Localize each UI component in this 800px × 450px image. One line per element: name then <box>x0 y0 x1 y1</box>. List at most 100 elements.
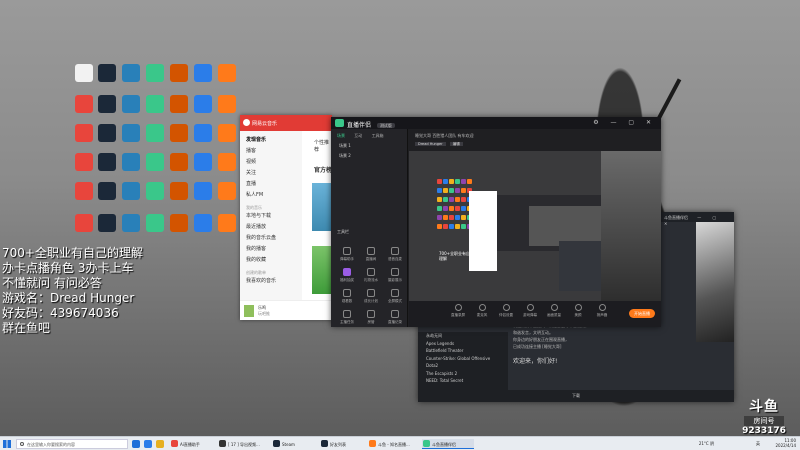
music-nav-item[interactable]: 直播 <box>240 179 302 190</box>
desktop-app-icon[interactable] <box>75 182 93 200</box>
tab-toolbox[interactable]: 工具箱 <box>372 133 384 138</box>
toolbar-item[interactable]: 游戏弹幕 <box>519 304 541 318</box>
desktop-app-icon[interactable] <box>170 182 188 200</box>
desktop-app-icon[interactable] <box>75 124 93 142</box>
toolbar-item[interactable]: 麦克风 <box>471 304 493 318</box>
tab-interact[interactable]: 互动 <box>354 133 362 138</box>
desktop-app-icon[interactable] <box>170 214 188 232</box>
desktop-app-icon[interactable] <box>146 124 164 142</box>
tool-item[interactable]: 摄影展示 <box>383 268 407 283</box>
desktop-app-icon[interactable] <box>146 214 164 232</box>
desktop-app-icon[interactable] <box>75 153 93 171</box>
desktop-app-icon[interactable] <box>122 214 140 232</box>
music-my-item[interactable]: 最近播放 <box>240 222 302 233</box>
desktop-app-icon[interactable] <box>194 214 212 232</box>
desktop-app-icon[interactable] <box>146 95 164 113</box>
desktop-app-icon[interactable] <box>122 153 140 171</box>
desktop-app-icon[interactable] <box>98 182 116 200</box>
stream-preview[interactable]: 700+全职业有自己的理解 <box>409 151 661 301</box>
desktop-app-icon[interactable] <box>170 64 188 82</box>
music-main-tab[interactable]: 个性推荐 <box>302 131 332 153</box>
music-my-item[interactable]: 我的播客 <box>240 244 302 255</box>
tool-item[interactable]: 直播间 <box>359 247 383 262</box>
game-list-item[interactable]: Dota2 <box>418 362 508 370</box>
desktop-app-icon[interactable] <box>146 153 164 171</box>
music-my-item[interactable]: 本地与下载 <box>240 211 302 222</box>
desktop-app-icon[interactable] <box>218 214 236 232</box>
game-list-item[interactable]: 永劫无间 <box>418 332 508 340</box>
weather-widget[interactable]: 21°C 阴 <box>699 441 714 447</box>
tool-item[interactable]: 主播任务 <box>335 310 359 325</box>
desktop-app-icon[interactable] <box>75 95 93 113</box>
music-nav-item[interactable]: 播客 <box>240 146 302 157</box>
game-chip[interactable]: Dread Hunger <box>415 142 446 146</box>
edit-chip[interactable]: 编辑 <box>449 142 463 146</box>
desktop-app-icon[interactable] <box>75 214 93 232</box>
streaming-companion-window[interactable]: 直播伴侣 测试版 ⚙ — ▢ ✕ 场景 互动 工具箱 场景 1 场景 2 工具栏… <box>331 117 661 327</box>
scene-item[interactable]: 场景 1 <box>331 139 407 149</box>
game-list-item[interactable]: Apex Legends <box>418 340 508 348</box>
tool-item[interactable]: 成长计划 <box>359 289 383 304</box>
taskbar-app[interactable]: 斗鱼直播伴侣 <box>422 439 474 449</box>
desktop-app-icon[interactable] <box>146 64 164 82</box>
taskbar-app[interactable]: [ 17 ] 导出视频... <box>218 439 268 449</box>
toolbar-item[interactable]: 美颜 <box>567 304 589 318</box>
edge-icon[interactable] <box>144 440 152 448</box>
music-my-item[interactable]: 我的音乐云盘 <box>240 233 302 244</box>
toolbar-item[interactable]: 直播录屏 <box>447 304 469 318</box>
tool-item[interactable]: 礼物流水 <box>359 268 383 283</box>
chat-bottom-bar[interactable]: 下载 <box>418 390 734 402</box>
desktop-app-icon[interactable] <box>98 64 116 82</box>
desktop-app-icon[interactable] <box>218 153 236 171</box>
window-controls[interactable]: ⚙ — ▢ ✕ <box>593 119 656 126</box>
game-list-item[interactable]: NEED: Total Secret <box>418 377 508 385</box>
desktop-app-icon[interactable] <box>194 124 212 142</box>
tool-item[interactable]: 观看数 <box>335 289 359 304</box>
tool-item[interactable]: 语音连麦 <box>383 247 407 262</box>
task-view-icon[interactable] <box>132 440 140 448</box>
chart-cover[interactable] <box>312 246 332 294</box>
desktop-app-icon[interactable] <box>98 95 116 113</box>
chart-cover[interactable] <box>312 183 332 231</box>
scene-item[interactable]: 场景 2 <box>331 149 407 159</box>
desktop-app-icon[interactable] <box>218 64 236 82</box>
tool-item[interactable]: 弹幕助手 <box>335 247 359 262</box>
desktop-app-icon[interactable] <box>194 64 212 82</box>
desktop-app-icon[interactable] <box>194 95 212 113</box>
tool-item[interactable]: 福利抽奖 <box>335 268 359 283</box>
desktop-app-icon[interactable] <box>75 64 93 82</box>
taskbar-app[interactable]: 好友列表 <box>320 439 364 449</box>
tool-item[interactable]: 直播记录 <box>383 310 407 325</box>
tab-scene[interactable]: 场景 <box>337 133 345 138</box>
desktop-app-icon[interactable] <box>170 153 188 171</box>
windows-start-icon[interactable] <box>3 440 11 448</box>
desktop-app-icon[interactable] <box>170 95 188 113</box>
game-list-item[interactable]: The Escapists 2 <box>418 370 508 378</box>
desktop-app-icon[interactable] <box>98 124 116 142</box>
desktop-app-icon[interactable] <box>218 95 236 113</box>
desktop-app-icon[interactable] <box>218 124 236 142</box>
desktop-app-icon[interactable] <box>122 64 140 82</box>
taskbar-search[interactable]: 在这里输入你要搜索的内容 <box>16 439 128 449</box>
desktop-app-icon[interactable] <box>122 182 140 200</box>
desktop-app-icon[interactable] <box>194 153 212 171</box>
tool-item[interactable]: 全屏模式 <box>383 289 407 304</box>
taskbar-app[interactable]: Steam <box>272 439 316 449</box>
music-nav-item[interactable]: 关注 <box>240 168 302 179</box>
toolbar-item[interactable]: 画面质量 <box>543 304 565 318</box>
desktop-app-icon[interactable] <box>122 95 140 113</box>
desktop-app-icon[interactable] <box>122 124 140 142</box>
toolbar-item[interactable]: 扬声器 <box>591 304 613 318</box>
tool-item[interactable]: 房管 <box>359 310 383 325</box>
desktop-app-icon[interactable] <box>146 182 164 200</box>
start-live-button[interactable]: 开始直播 <box>629 309 655 318</box>
input-language[interactable]: 英 <box>756 441 760 447</box>
desktop-app-icon[interactable] <box>98 214 116 232</box>
desktop-app-icon[interactable] <box>218 182 236 200</box>
playlist-item[interactable]: 我喜欢的音乐 <box>240 276 302 287</box>
taskbar-app[interactable]: Ai直播助手 <box>170 439 214 449</box>
clock[interactable]: 11:00 2022/4/14 <box>775 438 796 448</box>
music-window[interactable]: 网易云音乐 发现音乐 播客 视频 关注 直播 私人FM 我的音乐 本地与下载 最… <box>240 115 332 320</box>
desktop-app-icon[interactable] <box>194 182 212 200</box>
taskbar-app[interactable]: 斗鱼 - 知名直播... <box>368 439 418 449</box>
